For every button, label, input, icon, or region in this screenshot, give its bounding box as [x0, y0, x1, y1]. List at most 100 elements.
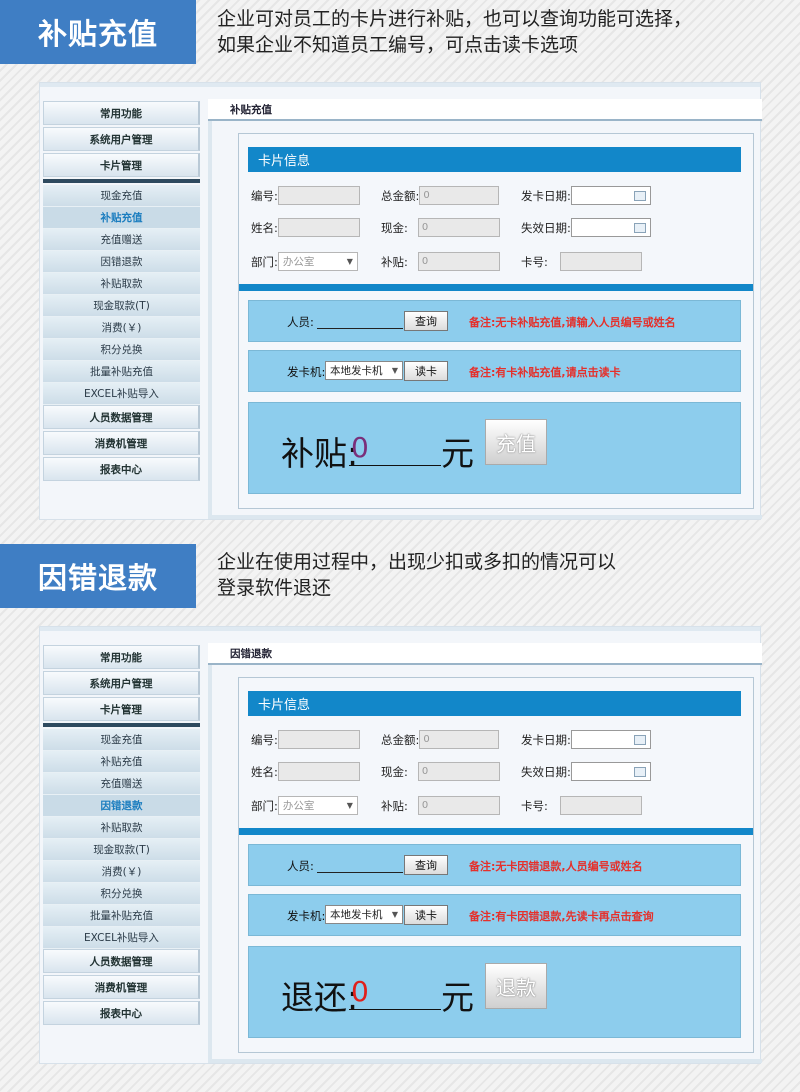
expire-date-input[interactable]	[570, 762, 651, 781]
main-content: 补贴充值 卡片信息 编号: 总金额: 0 发卡日期: 姓名: 现金: 0 失效日…	[208, 99, 762, 519]
dept-select[interactable]: 办公室 ▼	[277, 252, 358, 271]
person-input[interactable]	[317, 313, 403, 329]
section-description: 企业在使用过程中，出现少扣或多扣的情况可以 登录软件退还	[217, 549, 787, 601]
sidebar-item[interactable]: 充值赠送	[43, 773, 200, 795]
person-label: 人员:	[287, 315, 314, 329]
subsidy-input[interactable]: 0	[417, 252, 500, 271]
main-bottom-border	[208, 515, 762, 519]
sidebar-head[interactable]: 报表中心	[43, 457, 200, 481]
amount-underline	[349, 465, 441, 466]
total-label: 总金额:	[381, 732, 420, 747]
sidebar-head[interactable]: 人员数据管理	[43, 405, 200, 429]
dept-select[interactable]: 办公室 ▼	[277, 796, 358, 815]
issue-date-input[interactable]	[570, 186, 651, 205]
query-button[interactable]: 查询	[404, 311, 448, 331]
sidebar-item[interactable]: 补贴充值	[43, 207, 200, 229]
sidebar-head[interactable]: 卡片管理	[43, 697, 200, 721]
sidebar-head[interactable]: 常用功能	[43, 101, 200, 125]
sidebar-divider	[43, 723, 200, 727]
window-top-border	[40, 83, 760, 87]
name-field: 姓名:	[251, 762, 360, 781]
sidebar-item[interactable]: EXCEL补贴导入	[43, 927, 200, 949]
read-card-button[interactable]: 读卡	[404, 905, 448, 925]
card-reader-row: 发卡机: 本地发卡机 ▼ 读卡 备注:有卡补贴充值,请点击读卡	[248, 350, 741, 392]
total-field: 总金额: 0	[381, 186, 500, 205]
sidebar-head[interactable]: 卡片管理	[43, 153, 200, 177]
main-bottom-border	[208, 1059, 762, 1063]
sidebar-item[interactable]: 因错退款	[43, 251, 200, 273]
sidebar-item[interactable]: 批量补贴充值	[43, 361, 200, 383]
subsidy-label: 补贴:	[381, 798, 408, 813]
calendar-icon[interactable]	[633, 222, 646, 233]
sidebar-item[interactable]: 消费(￥)	[43, 317, 200, 339]
sidebar-head[interactable]: 系统用户管理	[43, 127, 200, 151]
app-window: 常用功能 系统用户管理 卡片管理 现金充值 补贴充值 充值赠送 因错退款 补贴取款 现金取…	[39, 82, 762, 520]
id-input[interactable]	[277, 730, 360, 749]
cash-label: 现金:	[381, 764, 408, 779]
calendar-icon[interactable]	[633, 734, 646, 745]
amount-value[interactable]: 0	[351, 431, 369, 464]
sidebar-item[interactable]: 批量补贴充值	[43, 905, 200, 927]
sidebar-head[interactable]: 人员数据管理	[43, 949, 200, 973]
sidebar-item[interactable]: 现金取款(T)	[43, 295, 200, 317]
person-input[interactable]	[317, 857, 403, 873]
total-input[interactable]: 0	[419, 730, 500, 749]
issue-date-input[interactable]	[570, 730, 651, 749]
calendar-icon[interactable]	[633, 190, 646, 201]
expire-date-field: 失效日期:	[521, 218, 651, 237]
sidebar-item[interactable]: 消费(￥)	[43, 861, 200, 883]
sidebar-item[interactable]: 充值赠送	[43, 229, 200, 251]
sidebar-item[interactable]: 补贴充值	[43, 751, 200, 773]
sidebar-item[interactable]: 现金充值	[43, 185, 200, 207]
card-no-input[interactable]	[559, 252, 642, 271]
cash-input[interactable]: 0	[417, 762, 500, 781]
sidebar-item[interactable]: 补贴取款	[43, 817, 200, 839]
sidebar-item[interactable]: 因错退款	[43, 795, 200, 817]
cash-input[interactable]: 0	[417, 218, 500, 237]
subsidy-field: 补贴: 0	[381, 252, 500, 271]
name-label: 姓名:	[251, 764, 278, 779]
name-field: 姓名:	[251, 218, 360, 237]
query-button[interactable]: 查询	[404, 855, 448, 875]
read-card-button[interactable]: 读卡	[404, 361, 448, 381]
sidebar-head[interactable]: 系统用户管理	[43, 671, 200, 695]
app-window: 常用功能 系统用户管理 卡片管理 现金充值 补贴充值 充值赠送 因错退款 补贴取款 现金取…	[39, 626, 762, 1064]
total-label: 总金额:	[381, 188, 420, 203]
reader-select[interactable]: 本地发卡机 ▼	[325, 905, 403, 924]
amount-label: 退还:	[281, 978, 359, 1017]
card-info-header: 卡片信息	[248, 691, 741, 716]
person-note: 备注:无卡补贴充值,请输入人员编号或姓名	[469, 316, 676, 329]
expire-date-input[interactable]	[570, 218, 651, 237]
sidebar-item[interactable]: 现金充值	[43, 729, 200, 751]
sidebar-item[interactable]: 积分兑换	[43, 339, 200, 361]
submit-button[interactable]: 充值	[485, 419, 547, 465]
sidebar-item[interactable]: 补贴取款	[43, 273, 200, 295]
reader-select[interactable]: 本地发卡机 ▼	[325, 361, 403, 380]
person-query-row: 人员: 查询 备注:无卡补贴充值,请输入人员编号或姓名	[248, 300, 741, 342]
sidebar-head[interactable]: 报表中心	[43, 1001, 200, 1025]
sidebar-item[interactable]: 积分兑换	[43, 883, 200, 905]
card-no-input[interactable]	[559, 796, 642, 815]
name-input[interactable]	[277, 762, 360, 781]
card-no-label: 卡号:	[521, 254, 548, 269]
sidebar-item[interactable]: EXCEL补贴导入	[43, 383, 200, 405]
reader-label: 发卡机:	[287, 909, 326, 923]
sidebar-divider	[43, 179, 200, 183]
sidebar-head[interactable]: 消费机管理	[43, 431, 200, 455]
subsidy-input[interactable]: 0	[417, 796, 500, 815]
reader-note: 备注:有卡因错退款,先读卡再点击查询	[469, 910, 654, 923]
issue-date-field: 发卡日期:	[521, 730, 651, 749]
sidebar: 常用功能 系统用户管理 卡片管理 现金充值 补贴充值 充值赠送 因错退款 补贴取款 现金取…	[43, 101, 200, 483]
amount-value[interactable]: 0	[351, 975, 369, 1008]
card-info-header: 卡片信息	[248, 147, 741, 172]
sidebar-head[interactable]: 消费机管理	[43, 975, 200, 999]
total-input[interactable]: 0	[419, 186, 500, 205]
page-title: 因错退款	[208, 643, 762, 665]
calendar-icon[interactable]	[633, 766, 646, 777]
sidebar-head[interactable]: 常用功能	[43, 645, 200, 669]
dept-label: 部门:	[251, 254, 278, 269]
sidebar-item[interactable]: 现金取款(T)	[43, 839, 200, 861]
name-input[interactable]	[277, 218, 360, 237]
id-input[interactable]	[277, 186, 360, 205]
submit-button[interactable]: 退款	[485, 963, 547, 1009]
